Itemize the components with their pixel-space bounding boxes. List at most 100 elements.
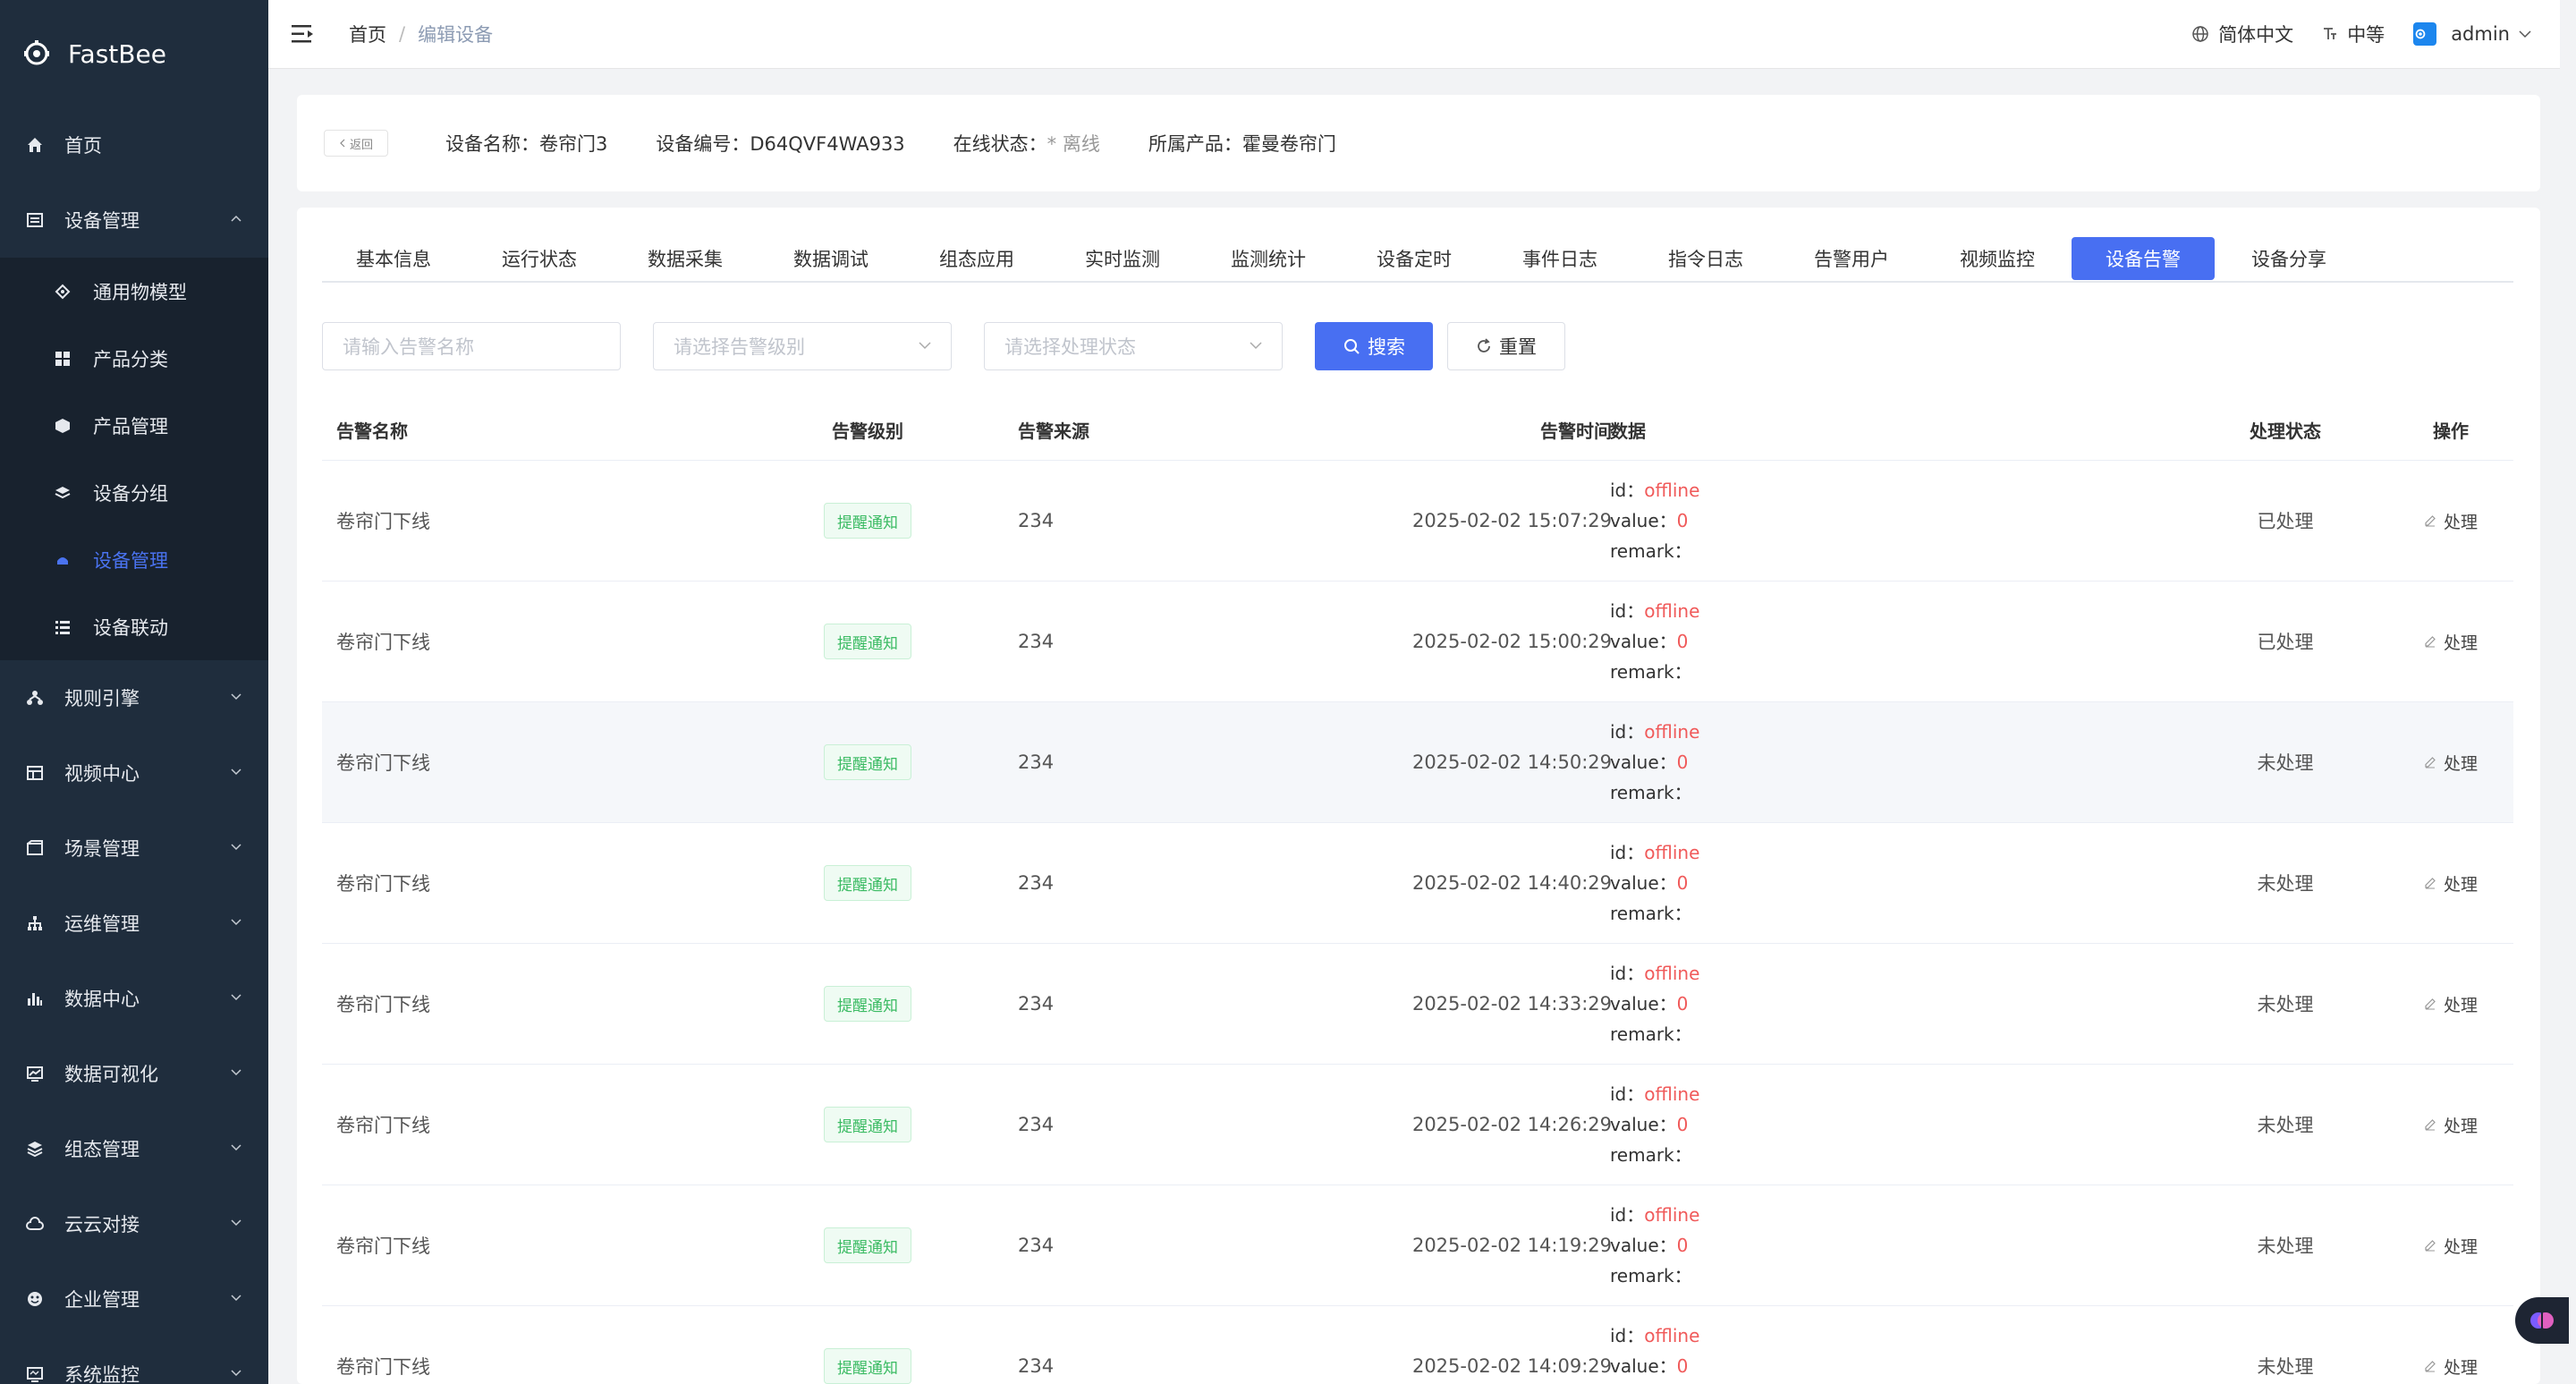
chevron-down-icon bbox=[231, 994, 242, 1001]
data-remark-line: remark： bbox=[1610, 657, 1699, 687]
process-button[interactable]: 处理 bbox=[2424, 751, 2478, 775]
tab-data-debug[interactable]: 数据调试 bbox=[759, 237, 902, 280]
tab-alert-users[interactable]: 告警用户 bbox=[1780, 237, 1923, 280]
process-label: 处理 bbox=[2443, 633, 2478, 653]
page-scrollbar[interactable] bbox=[2560, 0, 2576, 1384]
data-value-label: value： bbox=[1610, 751, 1677, 773]
sidebar-item-rule-engine[interactable]: 规则引擎 bbox=[0, 660, 268, 735]
process-button[interactable]: 处理 bbox=[2424, 509, 2478, 533]
data-id-label: id： bbox=[1610, 600, 1645, 622]
sidebar-sub-label: 设备管理 bbox=[93, 549, 168, 572]
tab-video-monitor[interactable]: 视频监控 bbox=[1926, 237, 2069, 280]
cloud-icon bbox=[25, 1214, 45, 1234]
breadcrumb: 首页 / 编辑设备 bbox=[349, 21, 493, 47]
sidebar-item-data-visualization[interactable]: 数据可视化 bbox=[0, 1036, 268, 1111]
alert-data-cell: id：offlinevalue：0remark： bbox=[1610, 1065, 1699, 1184]
search-button[interactable]: 搜索 bbox=[1315, 322, 1433, 370]
tab-event-log[interactable]: 事件日志 bbox=[1488, 237, 1631, 280]
tab-device-timer[interactable]: 设备定时 bbox=[1343, 237, 1486, 280]
enterprise-icon bbox=[25, 1289, 45, 1309]
process-status-select[interactable]: 请选择处理状态 bbox=[984, 322, 1283, 370]
data-value-label: value： bbox=[1610, 510, 1677, 531]
edit-icon bbox=[2425, 757, 2436, 768]
process-button[interactable]: 处理 bbox=[2424, 1234, 2478, 1258]
data-id-value: offline bbox=[1644, 963, 1700, 984]
device-info-card: 返回 设备名称：卷帘门3 设备编号：D64QVF4WA933 在线状态：* 离线… bbox=[297, 95, 2540, 191]
process-status-cell: 已处理 bbox=[2257, 511, 2314, 532]
sidebar-item-product-management[interactable]: 产品管理 bbox=[0, 392, 268, 459]
device-product-label: 所属产品： bbox=[1148, 133, 1242, 155]
size-switcher[interactable]: 中等 bbox=[2322, 21, 2385, 47]
sidebar-item-label: 组态管理 bbox=[64, 1139, 140, 1160]
col-data: 数据 bbox=[1610, 420, 1646, 442]
table-row: 卷帘门下线 提醒通知 234 2025-02-02 15:00:29 id：offlin… bbox=[322, 582, 2513, 702]
edit-icon bbox=[2425, 878, 2436, 889]
alert-data-cell: id：offlinevalue：0remark： bbox=[1610, 461, 1699, 581]
data-id-value: offline bbox=[1644, 1325, 1700, 1346]
sidebar-item-scene-management[interactable]: 场景管理 bbox=[0, 811, 268, 886]
sidebar-item-cloud-integration[interactable]: 云云对接 bbox=[0, 1186, 268, 1261]
process-button[interactable]: 处理 bbox=[2424, 1113, 2478, 1137]
process-button[interactable]: 处理 bbox=[2424, 992, 2478, 1016]
chevron-down-icon bbox=[231, 1144, 242, 1151]
app-logo[interactable]: FastBee bbox=[0, 0, 268, 107]
user-menu[interactable]: admin bbox=[2413, 22, 2531, 46]
sidebar-item-product-category[interactable]: 产品分类 bbox=[0, 325, 268, 392]
back-button[interactable]: 返回 bbox=[324, 130, 388, 157]
data-value-label: value： bbox=[1610, 1114, 1677, 1135]
process-button[interactable]: 处理 bbox=[2424, 1354, 2478, 1379]
tab-monitor-statistics[interactable]: 监测统计 bbox=[1197, 237, 1340, 280]
process-button[interactable]: 处理 bbox=[2424, 630, 2478, 654]
chevron-left-icon bbox=[340, 139, 345, 148]
data-id-value: offline bbox=[1644, 1204, 1700, 1226]
device-name-field: 设备名称：卷帘门3 bbox=[445, 130, 607, 157]
bar-chart-icon bbox=[25, 989, 45, 1008]
sidebar-item-home[interactable]: 首页 bbox=[0, 107, 268, 183]
size-label: 中等 bbox=[2347, 24, 2385, 46]
device-status-value: * 离线 bbox=[1046, 133, 1100, 155]
sidebar-item-thing-model[interactable]: 通用物模型 bbox=[0, 258, 268, 325]
refresh-icon bbox=[1478, 338, 1490, 352]
tab-running-status[interactable]: 运行状态 bbox=[468, 237, 611, 280]
floating-assistant-button[interactable] bbox=[2515, 1297, 2569, 1344]
sidebar-item-device-management-active[interactable]: 设备管理 bbox=[0, 526, 268, 593]
sidebar-item-video-center[interactable]: 视频中心 bbox=[0, 735, 268, 811]
app-name: FastBee bbox=[68, 38, 166, 69]
alert-level-tag: 提醒通知 bbox=[824, 503, 911, 539]
sidebar-item-enterprise-management[interactable]: 企业管理 bbox=[0, 1261, 268, 1337]
sidebar-item-device-linkage[interactable]: 设备联动 bbox=[0, 593, 268, 660]
process-button[interactable]: 处理 bbox=[2424, 871, 2478, 896]
hamburger-icon[interactable] bbox=[292, 24, 315, 44]
data-value-label: value： bbox=[1610, 631, 1677, 652]
table-row: 卷帘门下线 提醒通知 234 2025-02-02 14:26:29 id：offlin… bbox=[322, 1065, 2513, 1185]
alert-name-input[interactable]: 请输入告警名称 bbox=[322, 322, 621, 370]
alert-name-cell: 卷帘门下线 bbox=[336, 511, 430, 532]
tab-device-alerts[interactable]: 设备告警 bbox=[2072, 237, 2215, 280]
sidebar-item-configuration-management[interactable]: 组态管理 bbox=[0, 1111, 268, 1186]
data-value-value: 0 bbox=[1676, 510, 1689, 531]
device-product-field: 所属产品：霍曼卷帘门 bbox=[1148, 130, 1336, 157]
tab-data-collection[interactable]: 数据采集 bbox=[614, 237, 757, 280]
sidebar-item-ops-management[interactable]: 运维管理 bbox=[0, 886, 268, 961]
sidebar-item-data-center[interactable]: 数据中心 bbox=[0, 961, 268, 1036]
col-alert-source: 告警来源 bbox=[1018, 420, 1089, 442]
sidebar-item-system-monitor[interactable]: 系统监控 bbox=[0, 1337, 268, 1384]
alert-level-select[interactable]: 请选择告警级别 bbox=[653, 322, 952, 370]
col-action: 操作 bbox=[2433, 420, 2469, 442]
sidebar-item-device-management[interactable]: 设备管理 bbox=[0, 183, 268, 258]
tab-command-log[interactable]: 指令日志 bbox=[1634, 237, 1777, 280]
language-switcher[interactable]: 简体中文 bbox=[2191, 21, 2293, 47]
alert-level-placeholder: 请选择告警级别 bbox=[674, 336, 805, 358]
tab-basic-info[interactable]: 基本信息 bbox=[322, 237, 465, 280]
device-active-icon bbox=[54, 551, 72, 569]
process-status-cell: 未处理 bbox=[2257, 1356, 2314, 1378]
data-value-line: value：0 bbox=[1610, 747, 1699, 777]
tab-realtime-monitor[interactable]: 实时监测 bbox=[1051, 237, 1194, 280]
tab-device-share[interactable]: 设备分享 bbox=[2217, 237, 2360, 280]
reset-button[interactable]: 重置 bbox=[1447, 322, 1565, 370]
sidebar-item-device-group[interactable]: 设备分组 bbox=[0, 459, 268, 526]
data-id-label: id： bbox=[1610, 963, 1645, 984]
tab-configuration-app[interactable]: 组态应用 bbox=[905, 237, 1048, 280]
breadcrumb-home[interactable]: 首页 bbox=[349, 21, 386, 47]
alert-time-cell: 2025-02-02 14:26:29 bbox=[1411, 1114, 1612, 1135]
